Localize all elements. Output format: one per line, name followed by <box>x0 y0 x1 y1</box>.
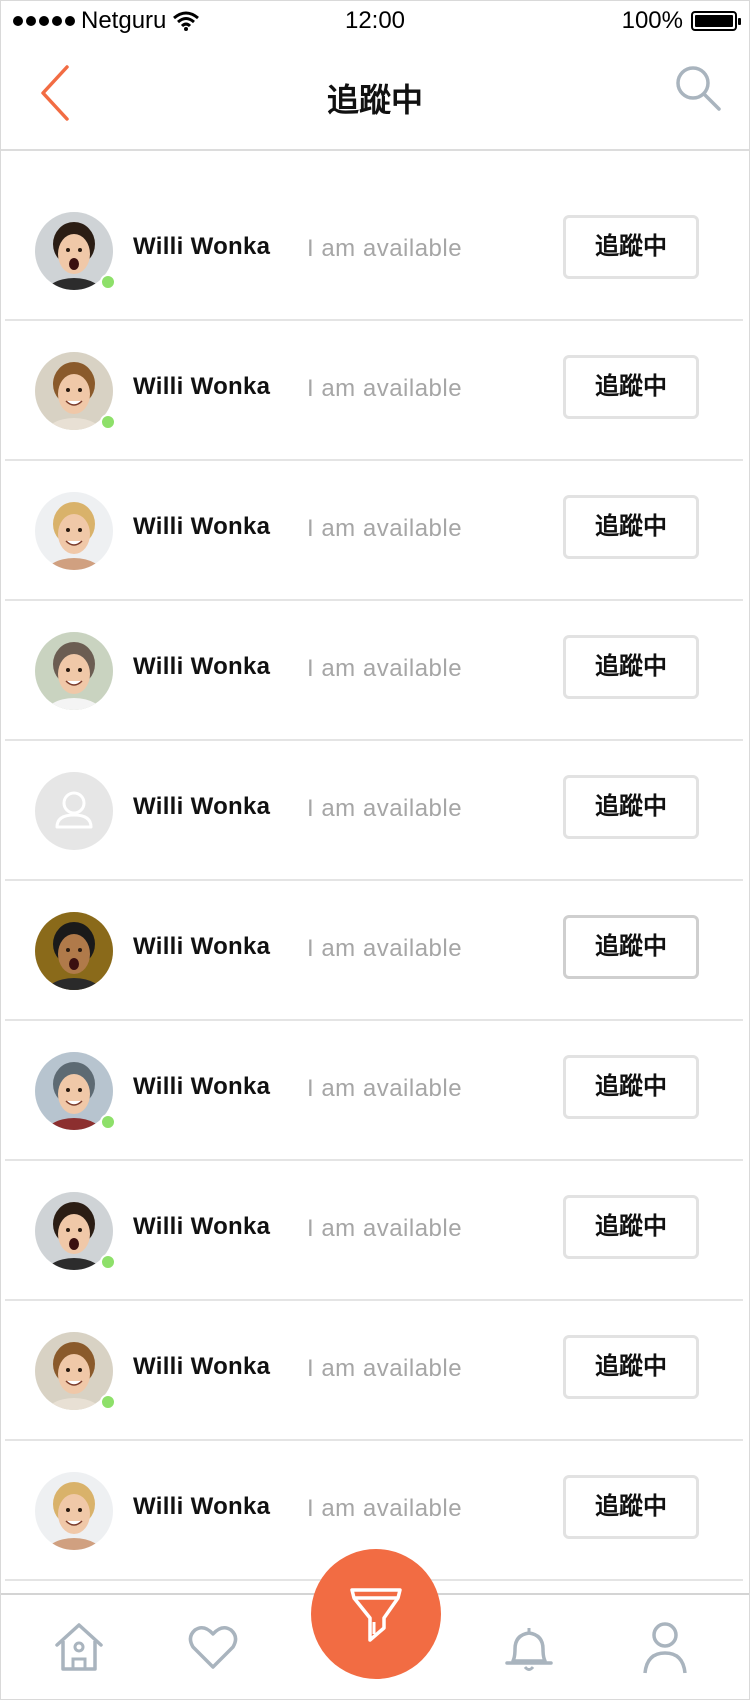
home-icon <box>55 1623 103 1671</box>
following-button[interactable]: 追蹤中 <box>563 1475 699 1539</box>
user-icon <box>643 1622 687 1674</box>
search-button[interactable] <box>673 63 725 115</box>
user-name: Willi Wonka <box>133 933 271 960</box>
list-item[interactable]: Willi Wonka I am available 追蹤中 <box>5 1161 743 1301</box>
user-status: I am available <box>307 1355 463 1382</box>
app-screen: Netguru 12:00 100% 追蹤中 Willi Wonka I am … <box>0 0 750 1700</box>
user-status: I am available <box>307 1215 463 1242</box>
user-name: Willi Wonka <box>133 233 271 260</box>
filter-button[interactable] <box>311 1549 441 1679</box>
status-bar: Netguru 12:00 100% <box>1 1 749 41</box>
online-indicator <box>100 274 116 290</box>
battery-info: 100% <box>621 7 741 35</box>
following-button[interactable]: 追蹤中 <box>563 1195 699 1259</box>
tab-profile[interactable] <box>637 1619 693 1675</box>
online-indicator <box>100 1114 116 1130</box>
heart-icon <box>188 1626 238 1669</box>
following-button[interactable]: 追蹤中 <box>563 215 699 279</box>
following-button[interactable]: 追蹤中 <box>563 775 699 839</box>
list-item[interactable]: Willi Wonka I am available 追蹤中 <box>5 321 743 461</box>
user-status: I am available <box>307 795 463 822</box>
following-button[interactable]: 追蹤中 <box>563 355 699 419</box>
user-status: I am available <box>307 235 463 262</box>
user-name: Willi Wonka <box>133 513 271 540</box>
following-button[interactable]: 追蹤中 <box>563 915 699 979</box>
filter-icon <box>350 1588 402 1642</box>
user-name: Willi Wonka <box>133 1073 271 1100</box>
avatar[interactable] <box>35 492 113 570</box>
page-title: 追蹤中 <box>326 82 423 118</box>
user-status: I am available <box>307 515 463 542</box>
battery-level <box>695 15 733 27</box>
list-item[interactable]: Willi Wonka I am available 追蹤中 <box>5 601 743 741</box>
user-status: I am available <box>307 935 463 962</box>
following-button[interactable]: 追蹤中 <box>563 495 699 559</box>
list-item[interactable]: Willi Wonka I am available 追蹤中 <box>5 881 743 1021</box>
avatar[interactable] <box>35 632 113 710</box>
following-list: Willi Wonka I am available 追蹤中 Willi Wonka I… <box>1 181 749 1581</box>
user-name: Willi Wonka <box>133 1353 271 1380</box>
list-item[interactable]: Willi Wonka I am available 追蹤中 <box>5 461 743 601</box>
user-status: I am available <box>307 655 463 682</box>
list-item[interactable]: Willi Wonka I am available 追蹤中 <box>5 1301 743 1441</box>
bell-icon <box>505 1628 553 1671</box>
user-name: Willi Wonka <box>133 1213 271 1240</box>
tab-home[interactable] <box>51 1619 107 1675</box>
battery-percentage: 100% <box>621 7 683 34</box>
avatar[interactable] <box>35 912 113 990</box>
online-indicator <box>100 1254 116 1270</box>
list-item[interactable]: Willi Wonka I am available 追蹤中 <box>5 741 743 881</box>
following-button[interactable]: 追蹤中 <box>563 635 699 699</box>
following-button[interactable]: 追蹤中 <box>563 1055 699 1119</box>
avatar[interactable] <box>35 1472 113 1550</box>
user-name: Willi Wonka <box>133 1493 271 1520</box>
list-item[interactable]: Willi Wonka I am available 追蹤中 <box>5 181 743 321</box>
online-indicator <box>100 1394 116 1410</box>
user-name: Willi Wonka <box>133 653 271 680</box>
user-status: I am available <box>307 1495 463 1522</box>
avatar[interactable] <box>35 772 113 850</box>
tab-favorites[interactable] <box>185 1619 241 1675</box>
navigation-bar: 追蹤中 <box>1 41 749 151</box>
tab-notifications[interactable] <box>501 1619 557 1675</box>
battery-icon <box>691 11 741 31</box>
online-indicator <box>100 414 116 430</box>
user-name: Willi Wonka <box>133 373 271 400</box>
list-item[interactable]: Willi Wonka I am available 追蹤中 <box>5 1021 743 1161</box>
search-icon <box>676 66 721 111</box>
user-name: Willi Wonka <box>133 793 271 820</box>
user-status: I am available <box>307 1075 463 1102</box>
user-status: I am available <box>307 375 463 402</box>
following-button[interactable]: 追蹤中 <box>563 1335 699 1399</box>
